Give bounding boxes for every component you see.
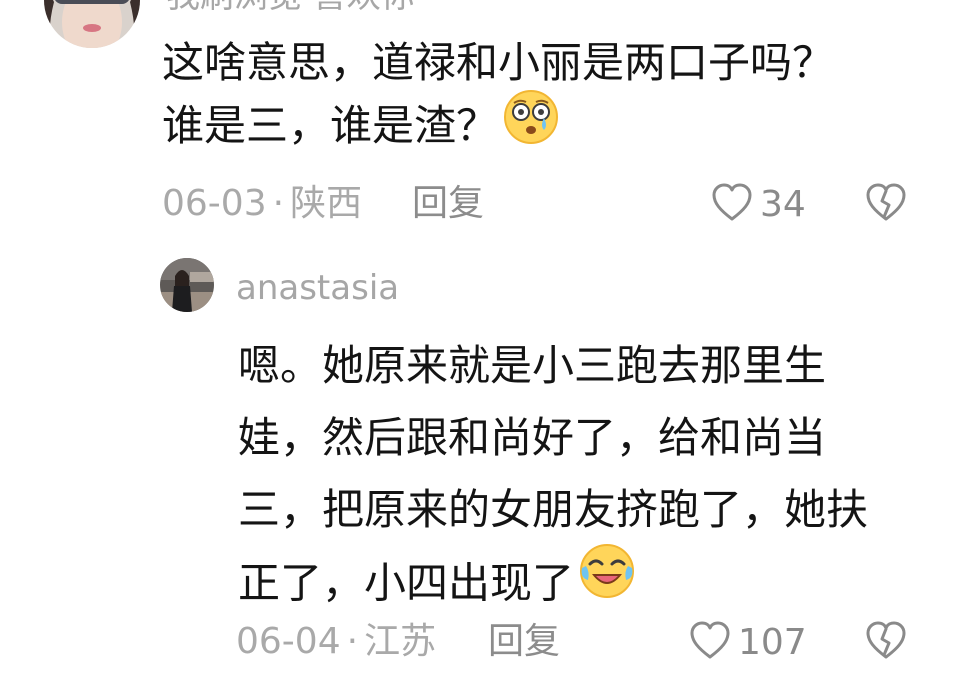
comment1-text-line: 这啥意思，道禄和小丽是两口子吗？ — [162, 38, 835, 87]
laughing-crying-face-emoji — [578, 542, 636, 622]
reply1-text-line-content: 正了，小四出现了 — [238, 558, 575, 608]
comment1-reply-button[interactable]: 回复 — [412, 182, 484, 226]
reply1-like-count: 107 — [738, 622, 807, 663]
reply1-date: 06-04 — [236, 621, 341, 662]
comment1-meta: 06-03 · 陕西 — [162, 182, 362, 226]
reply1-dislike-button[interactable] — [864, 619, 908, 667]
reply1-reply-button[interactable]: 回复 — [488, 620, 560, 664]
heart-icon — [688, 619, 732, 667]
broken-heart-icon — [864, 183, 908, 229]
meta-separator: · — [346, 621, 359, 662]
reply1-text-line: 三，把原来的女朋友挤跑了，她扶 — [238, 485, 869, 534]
comment1-like-button[interactable]: 34 — [710, 181, 806, 229]
comment1-like-count: 34 — [760, 184, 806, 225]
heart-icon — [710, 181, 754, 229]
comment1-text-line-content: 谁是三，谁是渣？ — [162, 101, 499, 150]
reply1-username[interactable]: anastasia — [236, 268, 399, 308]
comment1-text-line: 谁是三，谁是渣？ — [162, 90, 834, 165]
reply1-text: 嗯。她原来就是小三跑去那里生 娃，然后跟和尚好了，给和尚当 三，把原来的女朋友挤… — [238, 330, 868, 626]
reply1-avatar[interactable] — [160, 258, 214, 312]
reply1-meta: 06-04 · 江苏 — [236, 620, 436, 664]
flushed-crying-face-emoji — [502, 88, 560, 161]
meta-separator: · — [272, 183, 285, 224]
comment1-avatar[interactable] — [44, 0, 140, 54]
reply1-text-line: 娃，然后跟和尚好了，给和尚当 — [238, 413, 827, 462]
comment1-location: 陕西 — [290, 183, 363, 224]
reply1-location: 江苏 — [364, 621, 437, 662]
reply1-text-line: 嗯。她原来就是小三跑去那里生 — [238, 341, 827, 390]
comment1-date: 06-03 — [162, 183, 267, 224]
reply1-text-line: 正了，小四出现了 — [238, 544, 868, 626]
comment1-username[interactable]: 我刷浏览 喜欢你 — [166, 0, 415, 16]
reply1-like-button[interactable]: 107 — [688, 619, 807, 667]
broken-heart-icon — [864, 621, 908, 667]
comment1-dislike-button[interactable] — [864, 181, 908, 229]
comment1-text: 这啥意思，道禄和小丽是两口子吗？ 谁是三，谁是渣？ — [162, 34, 834, 165]
